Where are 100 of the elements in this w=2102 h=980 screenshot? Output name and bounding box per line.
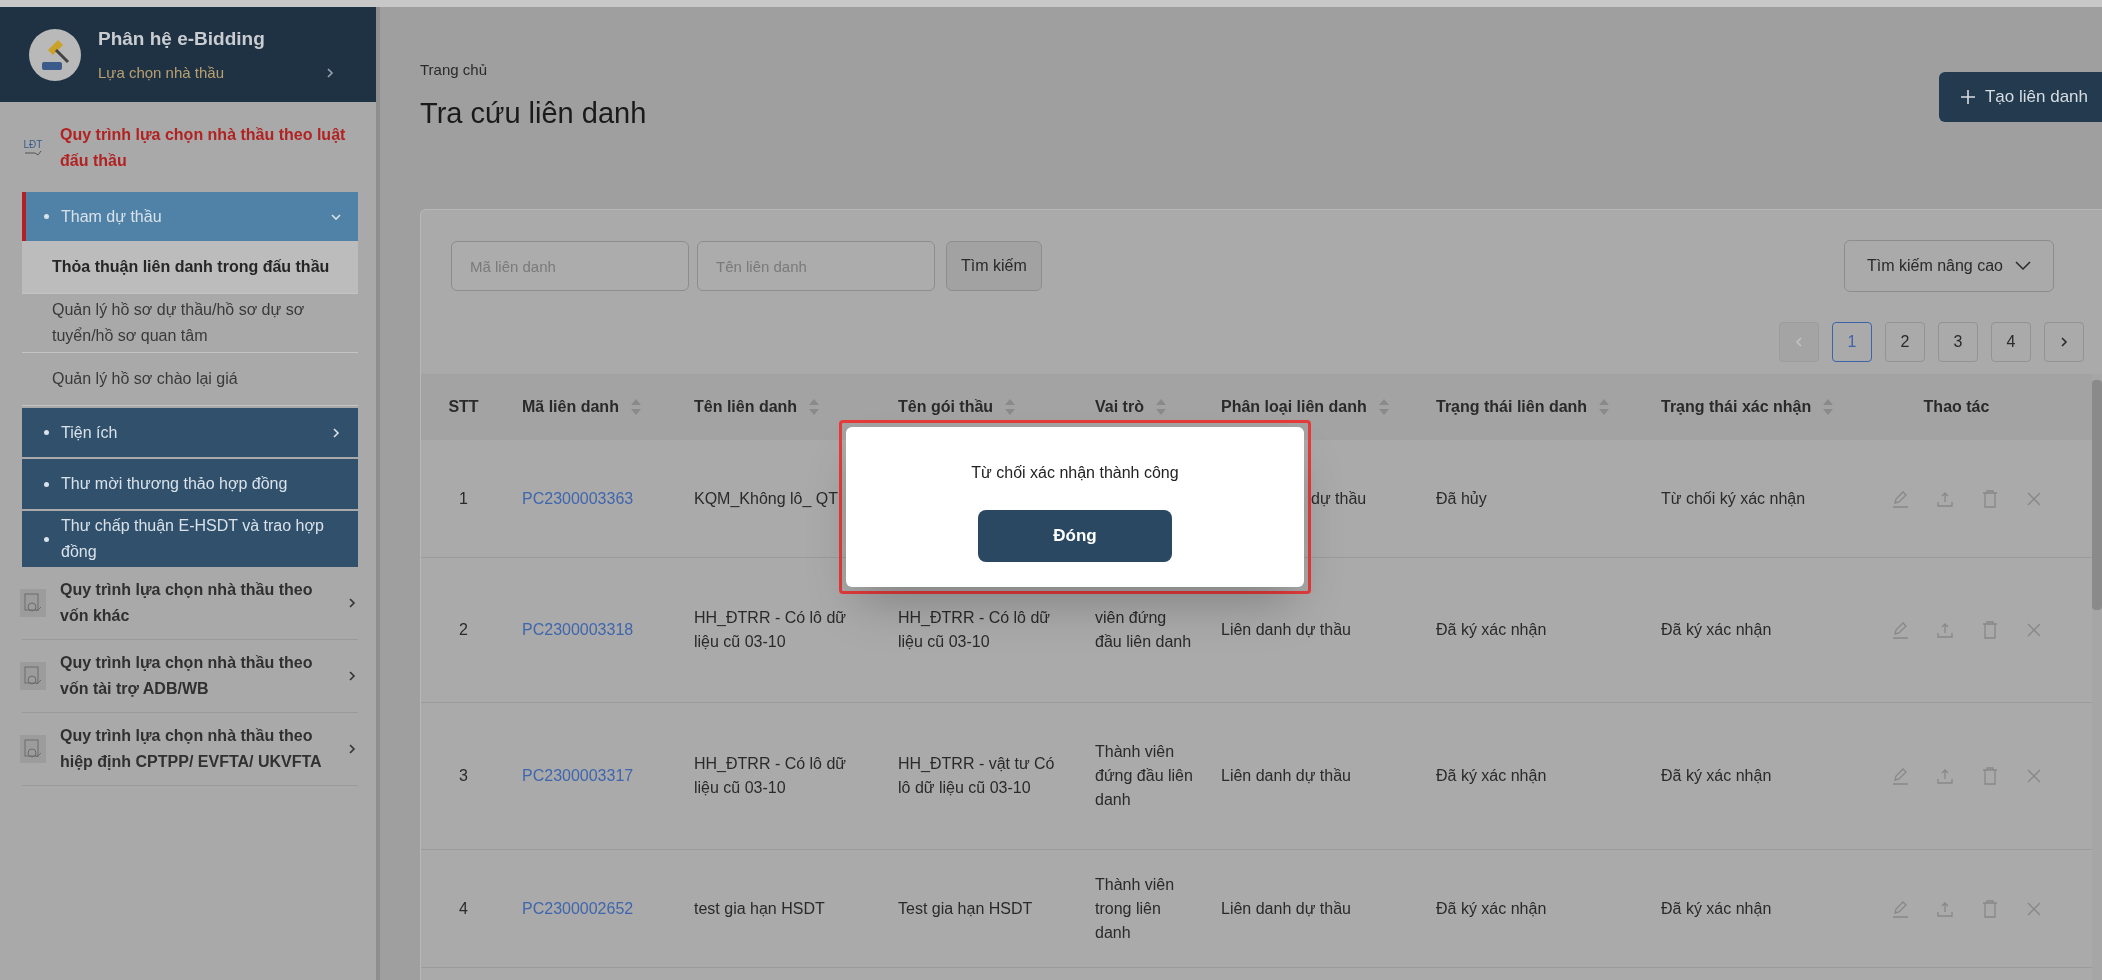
table-cell: Test gia hạn HSDT xyxy=(898,899,1033,917)
sidebar-group[interactable]: Tiện ích xyxy=(22,408,358,457)
edit-button[interactable] xyxy=(1891,767,1909,785)
delete-button[interactable] xyxy=(1981,899,1999,918)
dialog-message: Từ chối xác nhận thành công xyxy=(971,463,1179,483)
table-header-cell[interactable]: Trạng thái xác nhận xyxy=(1645,395,1861,419)
table-cell: Từ chối ký xác nhận xyxy=(1661,489,1806,507)
pencil-icon xyxy=(1891,767,1909,785)
sidebar-group[interactable]: Tham dự thầu xyxy=(22,192,358,241)
gavel-logo-icon xyxy=(28,27,82,82)
table-cell: HH_ĐTRR - vật tư Có lô dữ liệu cũ 03-10 xyxy=(898,755,1055,796)
table-header-cell[interactable]: Vai trò xyxy=(1079,395,1205,419)
chevron-right-icon xyxy=(346,743,358,755)
page-button[interactable]: 2 xyxy=(1885,322,1925,362)
sidebar-menu-item[interactable]: LĐT Quy trình lựa chọn nhà thầu theo luật đấu thầu xyxy=(22,112,358,184)
table-cell: Thành viên trong liên danh xyxy=(1095,875,1175,941)
sort-icon[interactable] xyxy=(1155,399,1166,415)
document-icon xyxy=(20,662,46,690)
submenu-item[interactable]: Quản lý hồ sơ chào lại giá xyxy=(22,353,358,406)
edit-button[interactable] xyxy=(1891,621,1909,639)
search-button[interactable]: Tìm kiếm xyxy=(946,241,1042,291)
scrollbar[interactable] xyxy=(2092,374,2102,980)
cancel-button[interactable] xyxy=(2026,622,2042,638)
chevron-right-icon xyxy=(2058,336,2070,348)
advanced-search-button[interactable]: Tìm kiếm nâng cao xyxy=(1843,240,2054,292)
chevron-right-icon xyxy=(346,597,358,609)
column-label: Trạng thái xác nhận xyxy=(1661,397,1812,417)
table-header-cell[interactable]: Tên liên danh xyxy=(678,395,882,419)
upload-button[interactable] xyxy=(1936,621,1954,639)
column-label: Vai trò xyxy=(1095,397,1144,417)
sort-icon[interactable] xyxy=(1378,399,1389,415)
table-cell: HH_ĐTRR - Có lô dữ liệu cũ 03-10 xyxy=(898,609,1051,650)
sidebar-menu-item[interactable]: Quy trình lựa chọn nhà thầu theo hiệp định CPTPP/ EVFTA/ UKVFTA xyxy=(22,713,358,786)
table-header-cell[interactable]: Phân loại liên danh xyxy=(1205,395,1420,419)
next-page-button[interactable] xyxy=(2044,322,2084,362)
sidebar-link[interactable]: Thư chấp thuận E-HSDT và trao hợp đồng xyxy=(22,511,358,567)
cancel-button[interactable] xyxy=(2026,900,2042,917)
table-cell: Đã ký xác nhận xyxy=(1436,621,1547,638)
table-header-cell[interactable]: Trạng thái liên danh xyxy=(1420,395,1645,419)
sidebar-menu-item[interactable]: Quy trình lựa chọn nhà thầu theo vốn tài trợ ADB/WB xyxy=(22,640,358,713)
edit-button[interactable] xyxy=(1891,489,1909,508)
sort-icon[interactable] xyxy=(1823,399,1834,415)
chevron-left-icon xyxy=(1793,336,1805,348)
page-button[interactable]: 4 xyxy=(1991,322,2031,362)
table-cell: Đã ký xác nhận xyxy=(1436,899,1547,917)
pencil-icon xyxy=(1891,899,1909,918)
table-cell: Liên danh dự thầu xyxy=(1221,899,1351,917)
module-title: Phân hệ e-Bidding xyxy=(98,27,266,51)
table-cell: Liên danh dự thầu xyxy=(1221,767,1351,784)
upload-icon xyxy=(1936,767,1954,785)
sort-icon[interactable] xyxy=(809,399,820,415)
sort-icon[interactable] xyxy=(1599,399,1610,415)
close-icon xyxy=(2026,490,2042,507)
cancel-button[interactable] xyxy=(2026,490,2042,507)
create-button[interactable]: Tạo liên danh xyxy=(1938,72,2102,122)
upload-button[interactable] xyxy=(1936,767,1954,785)
chevron-right-icon xyxy=(330,426,342,439)
cancel-button[interactable] xyxy=(2026,768,2042,784)
bullet-icon xyxy=(44,481,49,487)
delete-button[interactable] xyxy=(1981,489,1999,508)
submenu-item[interactable]: Quản lý hồ sơ dự thầu/hồ sơ dự sơ tuyển/hồ sơ quan tâm xyxy=(22,294,358,353)
column-label: Thao tác xyxy=(1922,397,1991,417)
table-cell: Đã ký xác nhận xyxy=(1661,767,1772,784)
chevron-down-icon xyxy=(2015,261,2031,271)
table-cell: KQM_Không lô_ QT xyxy=(694,489,839,507)
table-cell: Đã ký xác nhận xyxy=(1661,621,1772,638)
breadcrumb[interactable]: Trang chủ xyxy=(420,59,647,82)
sidebar-link[interactable]: Thư mời thương thảo hợp đồng xyxy=(22,459,358,509)
bullet-icon xyxy=(44,430,49,435)
column-label: Tên liên danh xyxy=(694,397,798,417)
document-icon xyxy=(20,589,46,617)
chevron-right-icon xyxy=(324,66,336,79)
bullet-icon xyxy=(44,536,49,542)
chevron-right-icon xyxy=(346,670,358,682)
pencil-icon xyxy=(1891,621,1909,639)
table-header-cell[interactable]: Tên gói thầu xyxy=(882,395,1079,419)
trash-icon xyxy=(1981,621,1999,639)
table-cell: Đã ký xác nhận xyxy=(1436,767,1547,784)
delete-button[interactable] xyxy=(1981,621,1999,639)
table-cell: 3 xyxy=(459,767,468,784)
table-cell: HH_ĐTRR - Có lô dữ liệu cũ 03-10 xyxy=(694,609,847,650)
table-cell: dự thầu xyxy=(1311,489,1367,507)
delete-button[interactable] xyxy=(1981,767,1999,785)
submenu-item[interactable]: Thỏa thuận liên danh trong đấu thầu xyxy=(22,241,358,294)
plus-icon xyxy=(1960,90,1975,104)
table-header-cell[interactable]: Mã liên danh xyxy=(506,395,678,419)
pencil-icon xyxy=(1891,489,1909,508)
sort-icon[interactable] xyxy=(1005,399,1016,415)
trash-icon xyxy=(1981,899,1999,918)
table-cell: Thành viên đứng đầu liên danh xyxy=(1095,743,1193,808)
edit-button[interactable] xyxy=(1891,899,1909,918)
document-icon xyxy=(20,735,46,763)
close-icon xyxy=(2026,900,2042,917)
page-button[interactable]: 3 xyxy=(1938,322,1978,362)
sort-icon[interactable] xyxy=(630,399,641,415)
sidebar-menu-item[interactable]: Quy trình lựa chọn nhà thầu theo vốn khác xyxy=(22,567,358,640)
table-cell: 1 xyxy=(459,489,468,507)
close-icon xyxy=(2026,768,2042,784)
close-button[interactable]: Đóng xyxy=(978,510,1172,562)
table-cell: viên đứng đầu liên danh xyxy=(1095,609,1192,650)
